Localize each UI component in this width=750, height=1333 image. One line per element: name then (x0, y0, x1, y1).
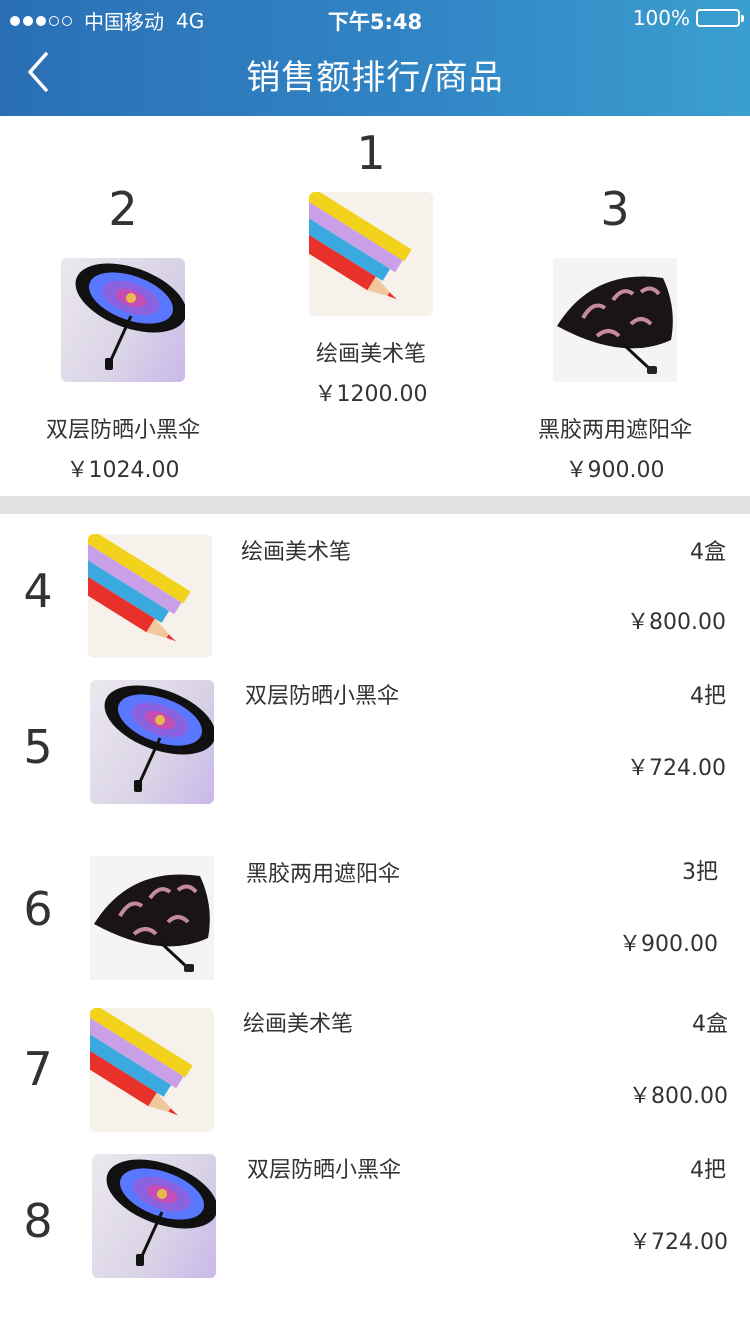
status-right: 100% (632, 6, 744, 30)
product-name: 双层防晒小黑伞 (45, 418, 200, 443)
ranking-row[interactable]: 5 双层防晒小黑伞 4把 ￥724.00 (0, 676, 750, 816)
product-image-umbrella-blue (61, 258, 185, 382)
umbrella-blue-icon (106, 1159, 216, 1266)
rank-number: 4 (23, 564, 53, 618)
podium-item-1[interactable]: 1 绘画美术笔 ￥1200.00 (276, 130, 466, 408)
product-image-pencils (90, 1008, 214, 1132)
product-price: ￥724.00 (629, 1230, 728, 1255)
product-image-umbrella-blue (90, 680, 214, 804)
umbrella-black-icon (553, 258, 677, 382)
umbrella-blue-icon (75, 263, 185, 370)
colored-pencils-icon (90, 1008, 214, 1132)
product-image-pencils (88, 534, 212, 658)
product-name: 绘画美术笔 (243, 1012, 354, 1037)
rank-number: 3 (600, 182, 630, 236)
product-image-pencils (309, 192, 433, 316)
product-quantity: 3把 (682, 860, 718, 885)
product-quantity: 4把 (690, 684, 726, 709)
rank-number: 6 (23, 882, 53, 936)
product-name: 双层防晒小黑伞 (245, 684, 400, 709)
ranking-row[interactable]: 4 绘画美术笔 4盒 ￥800.00 (0, 530, 750, 670)
rank-number: 2 (108, 182, 138, 236)
section-divider (0, 496, 750, 514)
podium-item-3[interactable]: 3 黑胶两用遮阳伞 ￥900.00 (520, 186, 710, 484)
ranking-row[interactable]: 7 绘画美术笔 4盒 ￥800.00 (0, 1004, 750, 1144)
product-name: 黑胶两用遮阳伞 (246, 862, 401, 887)
product-quantity: 4盒 (690, 540, 726, 565)
rank-number: 8 (23, 1194, 53, 1248)
product-name: 绘画美术笔 (315, 342, 426, 367)
battery-icon (696, 9, 744, 27)
status-bar: 中国移动 4G 下午5:48 100% (0, 0, 750, 38)
product-price: ￥900.00 (565, 458, 665, 483)
umbrella-blue-icon (104, 685, 214, 792)
product-quantity: 4把 (690, 1158, 726, 1183)
rank-number: 1 (356, 126, 386, 180)
product-price: ￥1024.00 (66, 458, 180, 483)
product-quantity: 4盒 (692, 1012, 728, 1037)
ranking-row[interactable]: 6 黑胶两用遮阳伞 3把 ￥900.00 (0, 852, 750, 992)
product-price: ￥1200.00 (314, 382, 428, 407)
battery-percent: 100% (632, 6, 690, 30)
colored-pencils-icon (309, 192, 433, 316)
product-price: ￥800.00 (629, 1084, 728, 1109)
umbrella-black-icon (90, 856, 214, 980)
top-three-podium: 2 双层防晒小黑伞 ￥1024.00 1 绘画美术笔 ￥1200.00 3 黑胶… (0, 116, 750, 496)
product-image-umbrella-black (90, 856, 214, 980)
rank-number: 5 (23, 720, 53, 774)
app-header: 中国移动 4G 下午5:48 100% 销售额排行/商品 (0, 0, 750, 116)
rank-number: 7 (23, 1042, 53, 1096)
product-name: 双层防晒小黑伞 (247, 1158, 402, 1183)
product-name: 黑胶两用遮阳伞 (537, 418, 692, 443)
ranking-row[interactable]: 8 双层防晒小黑伞 4把 ￥724.00 (0, 1150, 750, 1290)
product-name: 绘画美术笔 (241, 540, 352, 565)
product-image-umbrella-black (553, 258, 677, 382)
colored-pencils-icon (88, 534, 212, 658)
product-price: ￥724.00 (627, 756, 726, 781)
page-title: 销售额排行/商品 (246, 58, 504, 98)
product-price: ￥800.00 (627, 610, 726, 635)
podium-item-2[interactable]: 2 双层防晒小黑伞 ￥1024.00 (28, 186, 218, 484)
product-image-umbrella-blue (92, 1154, 216, 1278)
product-price: ￥900.00 (619, 932, 718, 957)
